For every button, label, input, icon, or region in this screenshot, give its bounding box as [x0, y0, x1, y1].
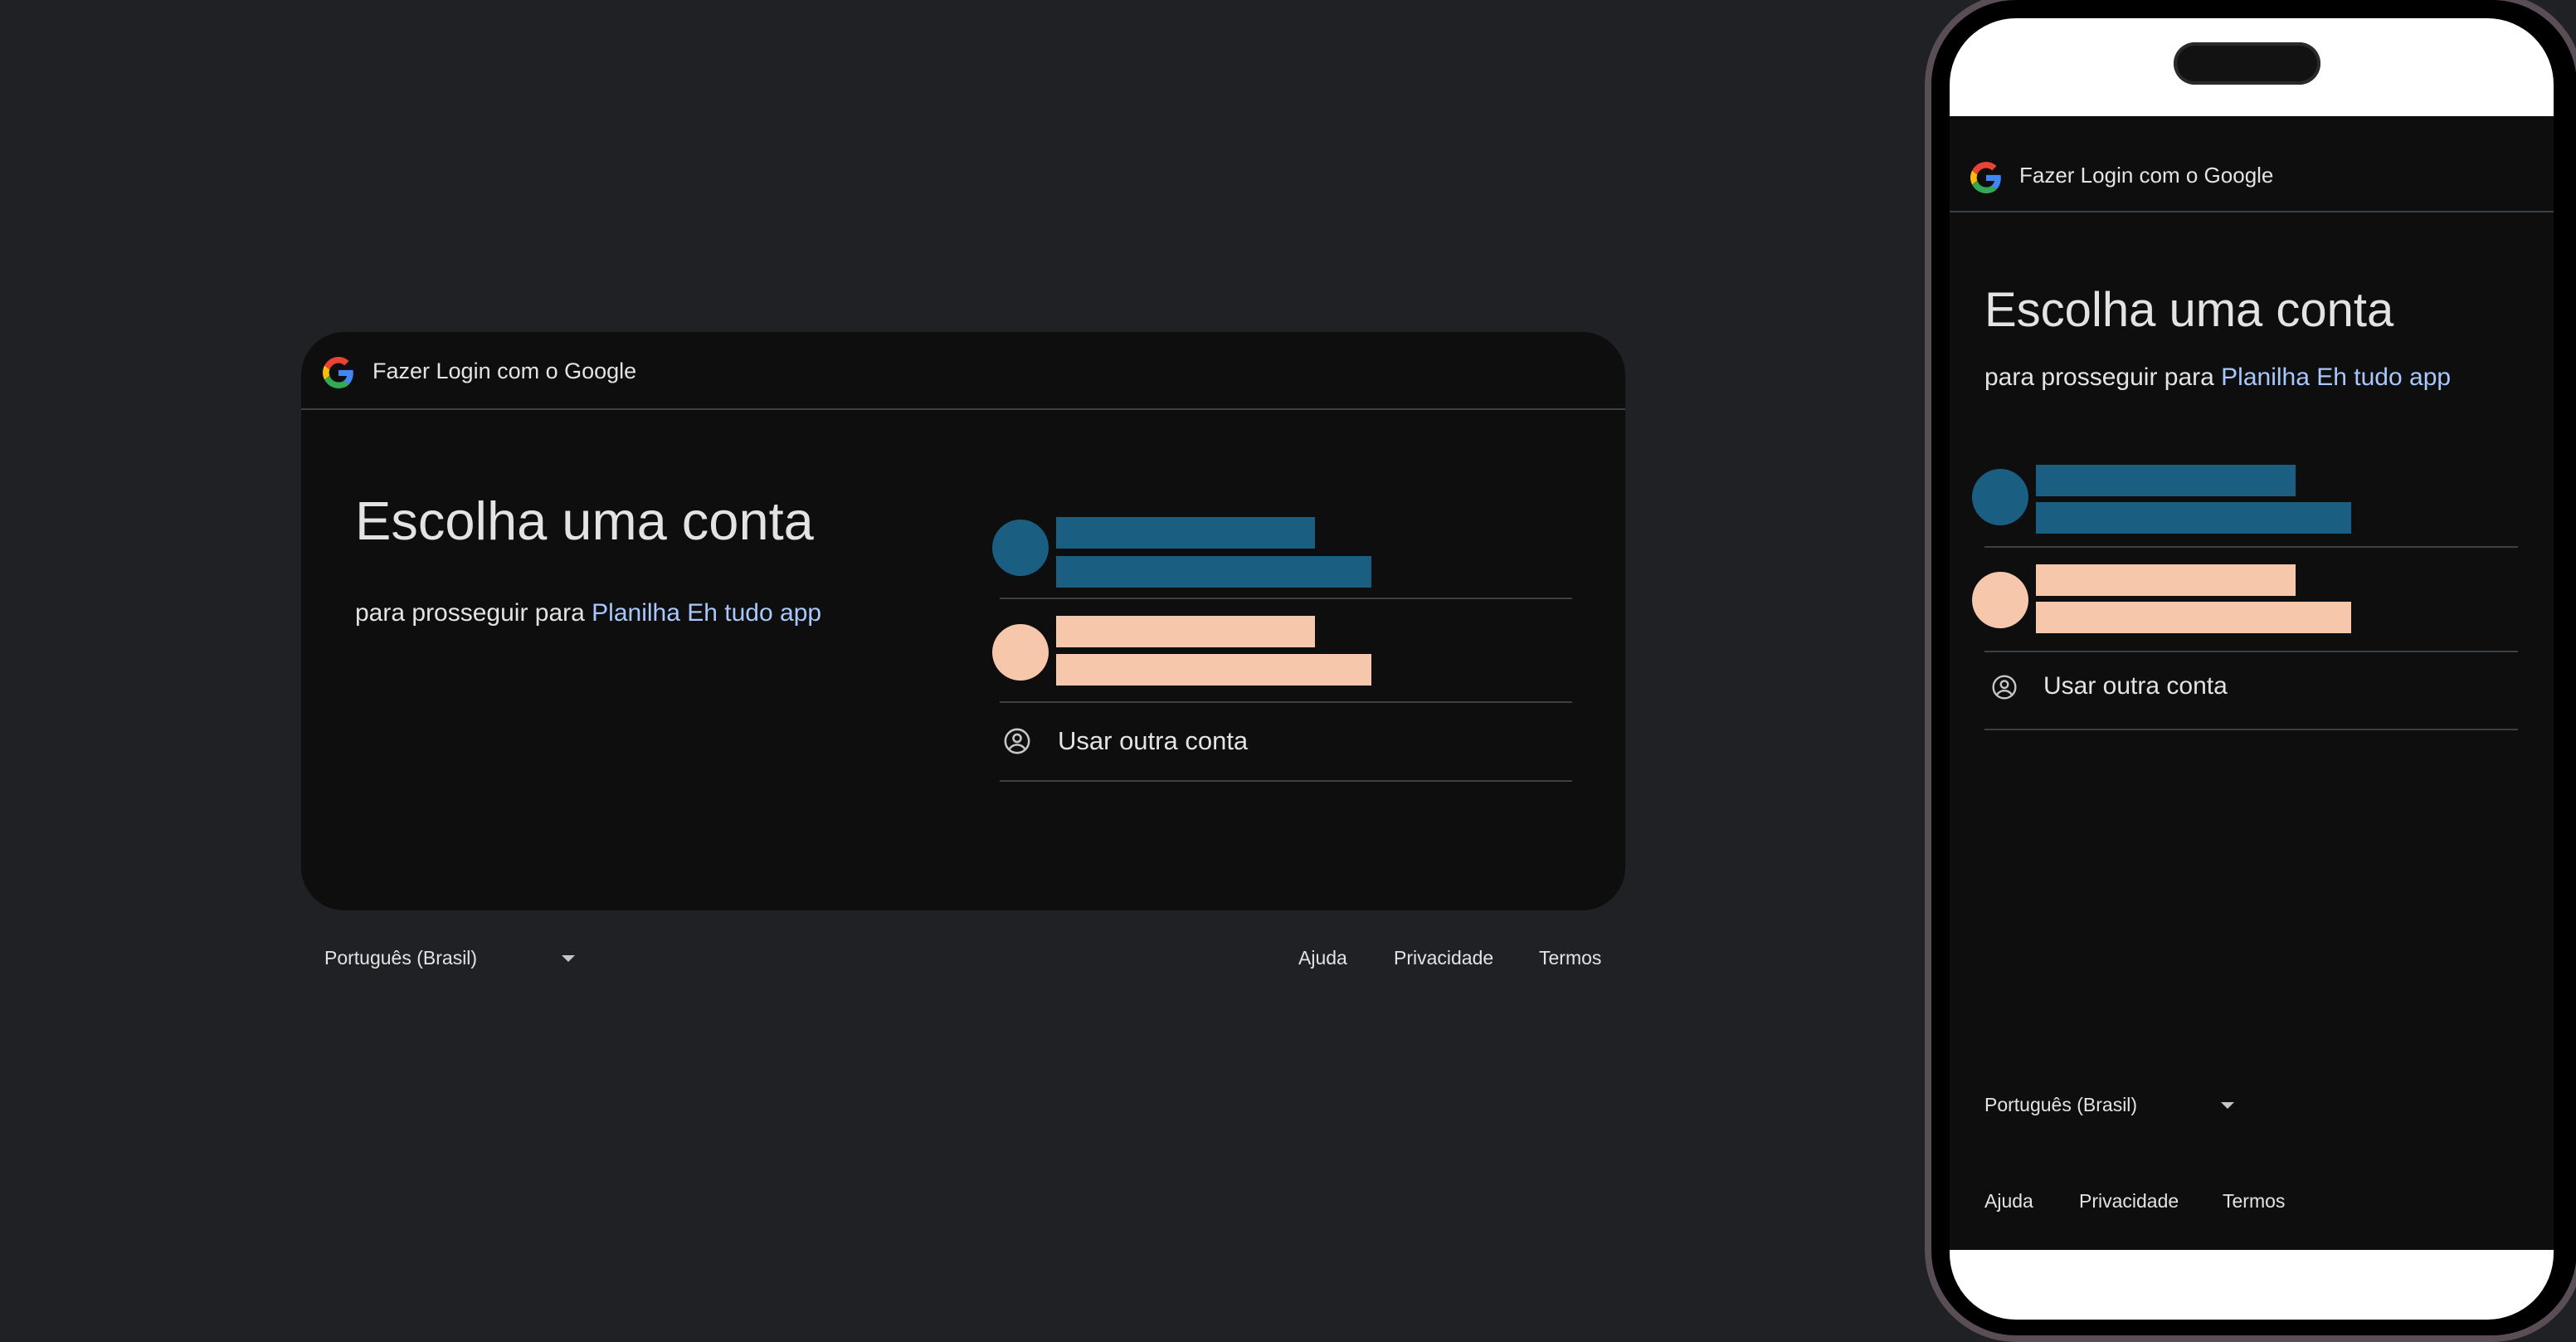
header-divider: [1950, 211, 2554, 212]
account-email-redacted: [1056, 556, 1371, 588]
page-subtitle: para prosseguir para Planilha Eh tudo ap…: [355, 599, 821, 627]
chevron-down-icon: [562, 955, 575, 962]
page-title: Escolha uma conta: [355, 490, 814, 551]
account-divider: [1984, 546, 2518, 548]
app-name-link[interactable]: Planilha Eh tudo app: [592, 599, 821, 627]
account-divider: [1000, 780, 1572, 782]
avatar: [992, 520, 1049, 576]
use-other-account-label: Usar outra conta: [2043, 672, 2228, 700]
terms-link[interactable]: Termos: [1539, 947, 1601, 969]
account-email-redacted: [1056, 654, 1371, 686]
subtitle-prefix: para prosseguir para: [355, 599, 585, 627]
google-logo-icon: [323, 357, 353, 388]
privacy-link[interactable]: Privacidade: [1394, 947, 1493, 969]
account-email-redacted: [2036, 602, 2351, 633]
account-name-redacted: [1056, 517, 1315, 549]
avatar: [1972, 469, 2028, 525]
avatar: [1972, 572, 2028, 628]
header-title: Fazer Login com o Google: [373, 359, 637, 383]
mobile-login-view: Fazer Login com o Google Escolha uma con…: [1950, 116, 2554, 1250]
account-circle-icon: [1992, 675, 2017, 700]
privacy-link[interactable]: Privacidade: [2079, 1190, 2179, 1213]
dynamic-island: [2174, 42, 2320, 85]
subtitle-prefix: para prosseguir para: [1984, 364, 2214, 391]
header-divider: [301, 408, 1625, 410]
avatar: [992, 624, 1049, 681]
page-subtitle: para prosseguir para Planilha Eh tudo ap…: [1984, 364, 2451, 392]
account-divider: [1984, 651, 2518, 652]
app-name-link[interactable]: Planilha Eh tudo app: [2221, 364, 2451, 391]
account-divider: [1000, 701, 1572, 703]
account-name-redacted: [2036, 465, 2296, 496]
page-title: Escolha uma conta: [1984, 283, 2394, 337]
language-label: Português (Brasil): [1984, 1094, 2138, 1115]
phone-screen: Fazer Login com o Google Escolha uma con…: [1950, 18, 2554, 1320]
help-link[interactable]: Ajuda: [1298, 947, 1347, 969]
help-link[interactable]: Ajuda: [1984, 1190, 2033, 1213]
login-card: Fazer Login com o Google Escolha uma con…: [301, 332, 1625, 910]
google-logo-icon: [1970, 162, 2001, 193]
language-label: Português (Brasil): [324, 947, 478, 969]
account-divider: [1000, 598, 1572, 599]
terms-link[interactable]: Termos: [2223, 1190, 2285, 1213]
account-email-redacted: [2036, 502, 2351, 534]
account-divider: [1984, 729, 2518, 730]
header-title: Fazer Login com o Google: [2019, 163, 2274, 188]
use-other-account-label: Usar outra conta: [1058, 726, 1249, 755]
chevron-down-icon: [2221, 1102, 2234, 1109]
account-name-redacted: [2036, 564, 2296, 596]
account-name-redacted: [1056, 616, 1315, 647]
account-circle-icon: [1004, 728, 1030, 754]
